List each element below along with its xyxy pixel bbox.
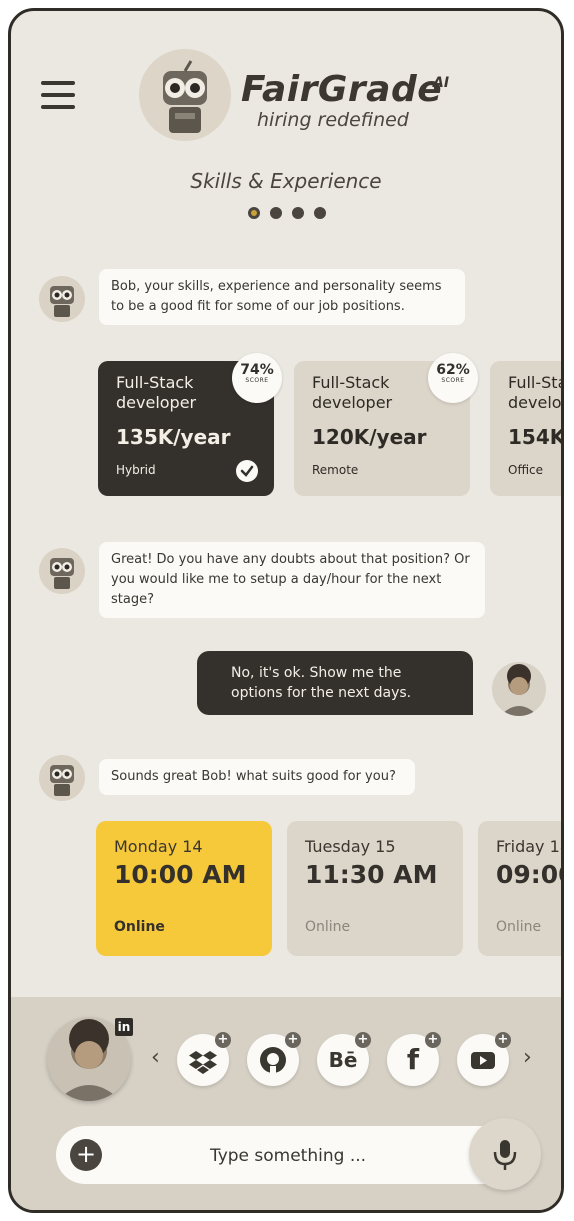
github-icon[interactable]: + — [247, 1032, 301, 1086]
slot-day: Friday 18 — [496, 837, 564, 856]
check-icon — [236, 460, 258, 482]
time-slot[interactable]: Tuesday 15 11:30 AM Online — [287, 821, 463, 956]
job-title: Full-Stack developer — [508, 373, 562, 412]
step-dot — [314, 207, 326, 219]
job-mode: Hybrid — [116, 463, 156, 477]
add-icon: + — [285, 1032, 301, 1048]
slot-mode: Online — [114, 919, 165, 935]
user-message: No, it's ok. Show me the options for the… — [197, 651, 473, 715]
job-card[interactable]: Full-Stack developer 154K/year Office — [490, 361, 564, 496]
microphone-icon[interactable] — [469, 1118, 541, 1190]
step-dot-active — [248, 207, 260, 219]
bot-message: Bob, your skills, experience and persona… — [99, 269, 465, 325]
time-slot-selected[interactable]: Monday 14 10:00 AM Online — [96, 821, 272, 956]
job-title: Full-Stack developer — [312, 373, 393, 412]
bot-message: Great! Do you have any doubts about that… — [99, 542, 485, 618]
step-title: Skills & Experience — [190, 169, 382, 193]
brand-name: FairGrade — [241, 69, 443, 110]
bot-avatar — [39, 548, 85, 594]
slot-time: 11:30 AM — [305, 860, 438, 889]
message-input[interactable] — [116, 1138, 460, 1174]
slot-time: 09:00 AM — [496, 860, 561, 889]
prev-arrow-icon[interactable]: ‹ — [151, 1045, 160, 1070]
score-value: 62% — [436, 362, 470, 378]
brand: FairGrade AI hiring redefined — [241, 69, 449, 131]
facebook-icon[interactable]: f + — [387, 1032, 441, 1086]
next-arrow-icon[interactable]: › — [523, 1045, 532, 1070]
brand-tagline: hiring redefined — [257, 109, 409, 131]
linkedin-icon[interactable]: in — [115, 1018, 133, 1036]
bot-message: Sounds great Bob! what suits good for yo… — [99, 759, 415, 795]
step-dot — [292, 207, 304, 219]
job-card[interactable]: Full-Stack developer 120K/year Remote 62… — [294, 353, 478, 496]
add-icon: + — [495, 1032, 511, 1048]
slot-time: 10:00 AM — [114, 860, 247, 889]
score-badge: 74% SCORE — [232, 353, 282, 403]
job-title: Full-Stack developer — [116, 373, 197, 412]
phone-frame: FairGrade AI hiring redefined Skills & E… — [8, 8, 564, 1213]
step-indicator — [248, 207, 326, 219]
slot-mode: Online — [496, 919, 542, 935]
youtube-icon[interactable]: + — [457, 1032, 511, 1086]
robot-logo-icon — [139, 49, 231, 141]
job-mode: Remote — [312, 463, 359, 477]
add-attachment-button[interactable]: + — [70, 1139, 102, 1171]
step-dot — [270, 207, 282, 219]
slot-day: Tuesday 15 — [305, 837, 396, 856]
add-icon: + — [215, 1032, 231, 1048]
add-icon: + — [355, 1032, 371, 1048]
score-label: SCORE — [441, 377, 465, 384]
user-avatar — [492, 662, 546, 716]
time-slot[interactable]: Friday 18 09:00 AM Online — [478, 821, 564, 956]
slot-day: Monday 14 — [114, 837, 203, 856]
bot-avatar — [39, 755, 85, 801]
brand-ai-label: AI — [433, 75, 450, 91]
behance-icon[interactable]: Bē + — [317, 1032, 371, 1086]
slot-mode: Online — [305, 919, 351, 935]
score-label: SCORE — [245, 377, 269, 384]
dropbox-icon[interactable]: + — [177, 1032, 231, 1086]
behance-label: Bē — [328, 1048, 358, 1072]
job-salary: 135K/year — [116, 425, 231, 449]
job-salary: 154K/year — [508, 425, 564, 449]
bot-avatar — [39, 276, 85, 322]
job-card-selected[interactable]: Full-Stack developer 135K/year Hybrid 74… — [98, 353, 282, 496]
score-badge: 62% SCORE — [428, 353, 478, 403]
job-mode: Office — [508, 463, 544, 477]
job-salary: 120K/year — [312, 425, 427, 449]
add-icon: + — [425, 1032, 441, 1048]
score-value: 74% — [240, 362, 274, 378]
facebook-label: f — [406, 1043, 420, 1076]
hamburger-menu-icon[interactable] — [41, 81, 75, 117]
message-composer: + — [56, 1126, 526, 1184]
